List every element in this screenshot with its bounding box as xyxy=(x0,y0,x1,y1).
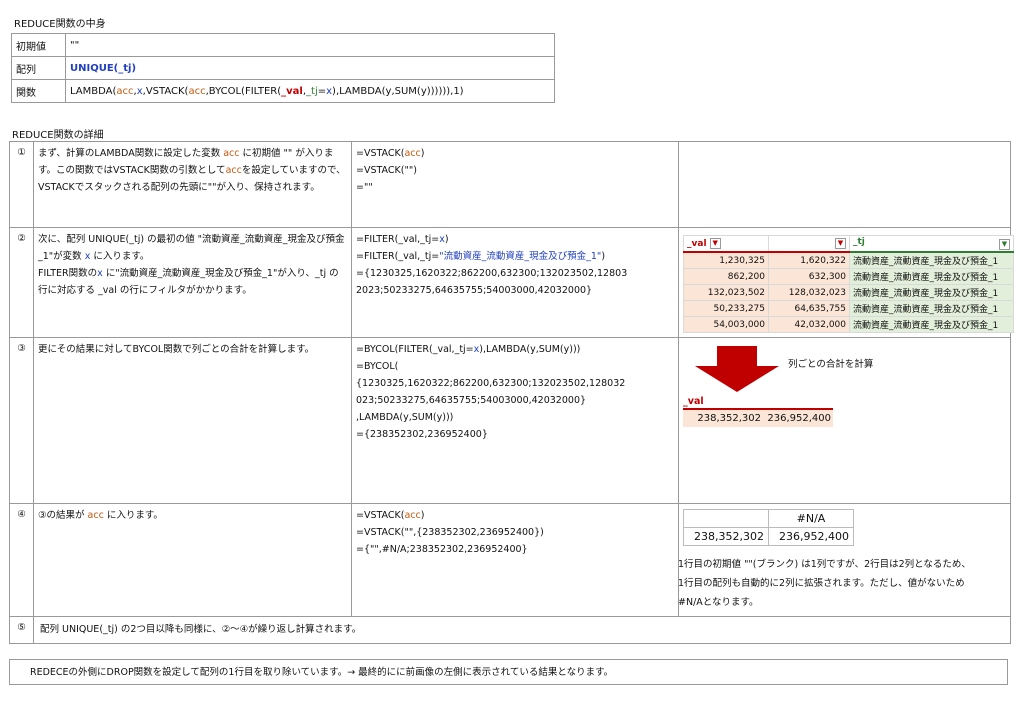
excel-header-blank: ▼ xyxy=(768,235,850,253)
fn-part: ,VSTACK( xyxy=(142,85,189,97)
step-number: ② xyxy=(9,227,34,338)
function-value: LAMBDA(acc,x,VSTACK(acc,BYCOL(FILTER(_va… xyxy=(65,79,555,103)
step-number: ④ xyxy=(9,503,34,617)
step-desc: 更にその結果に対してBYCOL関数で列ごとの合計を計算します。 xyxy=(33,337,352,504)
table-row: 1,230,325 1,620,322 流動資産_流動資産_現金及び預金_1 xyxy=(683,251,1014,269)
fn-part: acc xyxy=(188,85,206,97)
fn-part: ,BYCOL(FILTER( xyxy=(205,85,282,97)
footer-note: REDECEの外側にDROP関数を設定して配列の1行目を取り除いています。→ 最… xyxy=(9,659,1008,685)
down-arrow-icon xyxy=(695,346,779,392)
step-number: ① xyxy=(9,141,34,228)
table-row: 54,003,000 42,032,000 流動資産_流動資産_現金及び預金_1 xyxy=(683,316,1014,333)
reduce-content-table: 初期値 "" 配列 UNIQUE(_tj) 関数 LAMBDA(acc,x,VS… xyxy=(11,33,555,103)
result-values: 238,352,302 236,952,400 xyxy=(683,410,833,427)
step-desc: まず、計算のLAMBDA関数に設定した変数 acc に初期値 "" が入ります。… xyxy=(33,141,352,228)
array-value: UNIQUE(_tj) xyxy=(65,56,555,80)
fn-part: _val xyxy=(281,85,303,97)
step-desc: 配列 UNIQUE(_tj) の2つ目以降も同様に、②～④が繰り返し計算されます… xyxy=(33,616,1011,644)
initial-value: "" xyxy=(65,33,555,57)
step-formula: =VSTACK(acc) =VSTACK("",{238352302,23695… xyxy=(351,503,679,617)
step-number: ③ xyxy=(9,337,34,504)
fn-part: LAMBDA( xyxy=(70,85,117,97)
filter-dropdown-icon[interactable]: ▼ xyxy=(999,239,1010,250)
step4-note: 1行目の初期値 ""(ブランク) は1列ですが、2行目は2列となるため、 1行目… xyxy=(678,559,971,608)
array-formula: UNIQUE(_tj) xyxy=(70,62,137,74)
step-formula: =FILTER(_val,_tj=x) =FILTER(_val,_tj="流動… xyxy=(351,227,679,338)
fn-part: acc xyxy=(116,85,134,97)
table-row: 50,233,275 64,635,755 流動資産_流動資産_現金及び預金_1 xyxy=(683,300,1014,317)
step-desc: 次に、配列 UNIQUE(_tj) の最初の値 "流動資産_流動資産_現金及び預… xyxy=(33,227,352,338)
filter-dropdown-icon[interactable]: ▼ xyxy=(835,238,846,249)
excel-header-val: _val ▼ xyxy=(683,235,769,253)
step-desc: ③の結果が acc に入ります。 xyxy=(33,503,352,617)
fn-part: ),LAMBDA(y,SUM(y)))))),1) xyxy=(332,85,464,97)
bycol-result: _val 238,352,302 236,952,400 xyxy=(683,396,833,427)
function-label: 関数 xyxy=(11,79,66,103)
step-formula: =VSTACK(acc) =VSTACK("") ="" xyxy=(351,141,679,228)
array-label: 配列 xyxy=(11,56,66,80)
step-visual xyxy=(678,141,1011,228)
excel-header-tj: _tj ▼ xyxy=(849,235,1014,253)
top-title: REDUCE関数の中身 xyxy=(14,19,106,30)
step-number: ⑤ xyxy=(9,616,34,644)
arrow-label: 列ごとの合計を計算 xyxy=(788,359,874,370)
table-row: 862,200 632,300 流動資産_流動資産_現金及び預金_1 xyxy=(683,268,1014,285)
fn-part: = xyxy=(317,85,327,97)
vstack-result-grid: #N/A 238,352,302 236,952,400 xyxy=(683,509,854,546)
table-row: 132,023,502 128,032,023 流動資産_流動資産_現金及び預金_1 xyxy=(683,284,1014,301)
initial-label: 初期値 xyxy=(11,33,66,57)
step-formula: =BYCOL(FILTER(_val,_tj=x),LAMBDA(y,SUM(y… xyxy=(351,337,679,504)
fn-part: _tj xyxy=(306,85,318,97)
excel-filter-table: _val ▼ ▼ _tj ▼ 1,230,325 1,620,322 流動資産_流動資… xyxy=(683,235,1014,333)
result-header: _val xyxy=(683,396,833,410)
detail-title: REDUCE関数の詳細 xyxy=(12,130,104,141)
filter-dropdown-icon[interactable]: ▼ xyxy=(709,238,721,249)
